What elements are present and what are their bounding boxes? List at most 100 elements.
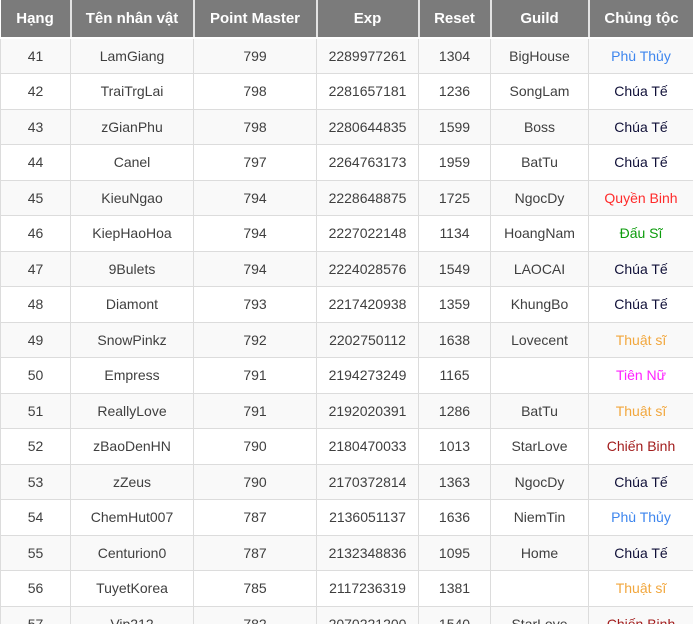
cell-rank: 45 [1, 180, 71, 216]
cell-point: 787 [194, 535, 317, 571]
cell-class: Thuật sĩ [589, 393, 693, 429]
cell-name: KieuNgao [71, 180, 194, 216]
column-header-class: Chủng tộc [589, 0, 693, 38]
table-row: 51ReallyLove79121920203911286BatTuThuật … [1, 393, 693, 429]
cell-point: 785 [194, 571, 317, 607]
cell-name: zZeus [71, 464, 194, 500]
cell-class: Chúa Tế [589, 109, 693, 145]
cell-guild: BatTu [491, 393, 589, 429]
cell-exp: 2227022148 [317, 216, 419, 252]
cell-class: Chúa Tế [589, 287, 693, 323]
table-row: 54ChemHut00778721360511371636NiemTinPhù … [1, 500, 693, 536]
cell-class: Chúa Tế [589, 145, 693, 181]
cell-class: Phù Thủy [589, 500, 693, 536]
cell-exp: 2194273249 [317, 358, 419, 394]
cell-name: LamGiang [71, 38, 194, 74]
table-row: 45KieuNgao79422286488751725NgocDyQuyền B… [1, 180, 693, 216]
cell-name: zGianPhu [71, 109, 194, 145]
table-row: 42TraiTrgLai79822816571811236SongLamChúa… [1, 74, 693, 110]
cell-guild [491, 358, 589, 394]
cell-rank: 57 [1, 606, 71, 624]
cell-reset: 1381 [419, 571, 491, 607]
cell-exp: 2070221200 [317, 606, 419, 624]
table-row: 52zBaoDenHN79021804700331013StarLoveChiế… [1, 429, 693, 465]
cell-point: 793 [194, 287, 317, 323]
cell-name: Vip212 [71, 606, 194, 624]
column-header-point: Point Master [194, 0, 317, 38]
cell-class: Chiến Binh [589, 606, 693, 624]
ranking-table-header: HạngTên nhân vậtPoint MasterExpResetGuil… [1, 0, 693, 38]
cell-name: Centurion0 [71, 535, 194, 571]
column-header-exp: Exp [317, 0, 419, 38]
cell-point: 794 [194, 216, 317, 252]
cell-guild: LAOCAI [491, 251, 589, 287]
cell-name: ReallyLove [71, 393, 194, 429]
cell-guild: Boss [491, 109, 589, 145]
cell-reset: 1636 [419, 500, 491, 536]
cell-exp: 2202750112 [317, 322, 419, 358]
cell-point: 790 [194, 429, 317, 465]
cell-reset: 1359 [419, 287, 491, 323]
cell-point: 794 [194, 180, 317, 216]
cell-name: KiepHaoHoa [71, 216, 194, 252]
cell-class: Thuật sĩ [589, 571, 693, 607]
cell-reset: 1304 [419, 38, 491, 74]
cell-class: Đấu Sĩ [589, 216, 693, 252]
cell-class: Chiến Binh [589, 429, 693, 465]
cell-name: SnowPinkz [71, 322, 194, 358]
cell-reset: 1959 [419, 145, 491, 181]
cell-guild: StarLove [491, 606, 589, 624]
cell-name: Diamont [71, 287, 194, 323]
cell-reset: 1286 [419, 393, 491, 429]
cell-name: TraiTrgLai [71, 74, 194, 110]
cell-exp: 2180470033 [317, 429, 419, 465]
cell-class: Chúa Tế [589, 464, 693, 500]
cell-rank: 50 [1, 358, 71, 394]
cell-name: TuyetKorea [71, 571, 194, 607]
cell-rank: 51 [1, 393, 71, 429]
column-header-rank: Hạng [1, 0, 71, 38]
cell-guild: BigHouse [491, 38, 589, 74]
cell-class: Tiên Nữ [589, 358, 693, 394]
cell-rank: 49 [1, 322, 71, 358]
cell-guild: KhungBo [491, 287, 589, 323]
cell-exp: 2289977261 [317, 38, 419, 74]
cell-point: 797 [194, 145, 317, 181]
cell-guild: Lovecent [491, 322, 589, 358]
cell-rank: 42 [1, 74, 71, 110]
cell-reset: 1549 [419, 251, 491, 287]
cell-exp: 2224028576 [317, 251, 419, 287]
cell-guild: StarLove [491, 429, 589, 465]
cell-reset: 1638 [419, 322, 491, 358]
cell-exp: 2228648875 [317, 180, 419, 216]
table-row: 50Empress79121942732491165Tiên Nữ [1, 358, 693, 394]
table-row: 479Bulets79422240285761549LAOCAIChúa Tế [1, 251, 693, 287]
table-row: 57Vip21278220702212001540StarLoveChiến B… [1, 606, 693, 624]
cell-exp: 2217420938 [317, 287, 419, 323]
cell-class: Chúa Tế [589, 535, 693, 571]
cell-rank: 41 [1, 38, 71, 74]
cell-rank: 43 [1, 109, 71, 145]
cell-reset: 1013 [419, 429, 491, 465]
table-row: 56TuyetKorea78521172363191381Thuật sĩ [1, 571, 693, 607]
cell-reset: 1165 [419, 358, 491, 394]
table-row: 48Diamont79322174209381359KhungBoChúa Tế [1, 287, 693, 323]
cell-name: 9Bulets [71, 251, 194, 287]
cell-class: Chúa Tế [589, 251, 693, 287]
cell-point: 799 [194, 38, 317, 74]
cell-rank: 48 [1, 287, 71, 323]
cell-class: Quyền Binh [589, 180, 693, 216]
cell-point: 787 [194, 500, 317, 536]
cell-guild: NgocDy [491, 464, 589, 500]
cell-reset: 1095 [419, 535, 491, 571]
cell-reset: 1725 [419, 180, 491, 216]
cell-exp: 2136051137 [317, 500, 419, 536]
table-row: 43zGianPhu79822806448351599BossChúa Tế [1, 109, 693, 145]
header-row: HạngTên nhân vậtPoint MasterExpResetGuil… [1, 0, 693, 38]
cell-point: 794 [194, 251, 317, 287]
column-header-guild: Guild [491, 0, 589, 38]
cell-reset: 1134 [419, 216, 491, 252]
cell-guild: BatTu [491, 145, 589, 181]
cell-name: ChemHut007 [71, 500, 194, 536]
cell-rank: 52 [1, 429, 71, 465]
